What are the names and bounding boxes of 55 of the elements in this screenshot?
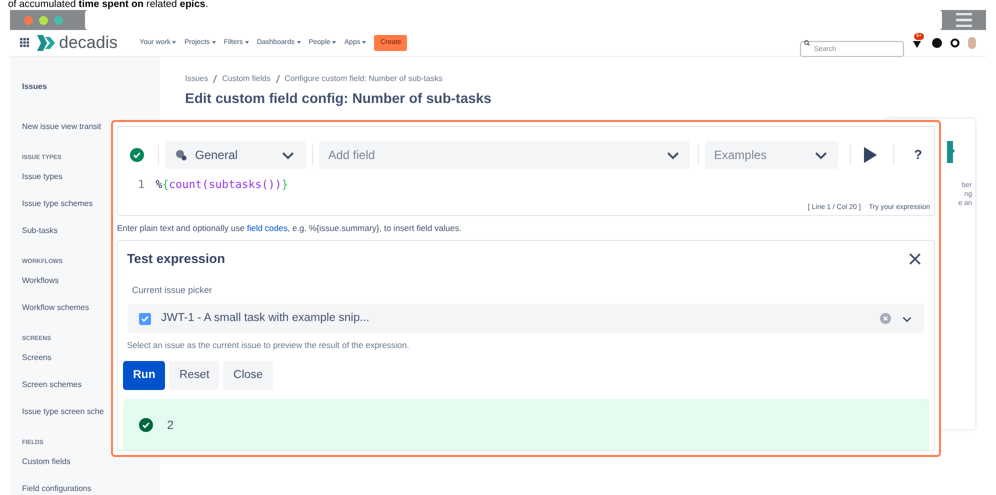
breadcrumb-separator [213,74,218,82]
examples-select[interactable]: Examples [704,141,838,169]
caret-icon [362,41,366,44]
field-codes-link[interactable]: field codes [246,223,288,233]
code-line: %{count(subtasks())} [156,177,288,193]
settings-icon[interactable] [950,38,960,48]
caret-icon [172,41,176,44]
sidebar-item[interactable]: Custom fields [22,456,70,468]
sidebar-item[interactable]: Issue type screen sche [22,406,104,418]
dialog-button[interactable]: Reset [169,361,220,390]
notification-icon[interactable] [912,38,922,49]
logo-text: decadis [59,32,118,54]
app-grid-icon[interactable] [20,38,29,48]
sidebar-title: Issues [22,80,47,92]
breadcrumb-link[interactable]: Custom fields [222,72,271,84]
help-icon[interactable] [932,38,942,48]
dialog-button[interactable]: Close [223,361,273,390]
hint-text: Enter plain text and optionally use field codes, e.g. %{issue.summary}, to insert field values. [117,222,462,235]
line-number: 1 [138,177,145,193]
breadcrumb-separator [276,74,280,82]
help-button[interactable]: ? [914,145,922,165]
dialog-button[interactable]: Run [123,361,166,390]
selected-issue: JWT-1 - A small task with example snip... [161,311,370,326]
breadcrumb-link[interactable]: Issues [185,72,208,84]
sidebar-item[interactable]: Issue types [22,170,62,182]
check-circle-icon [139,418,153,432]
sidebar-item[interactable]: Screens [22,352,52,364]
sidebar-item[interactable]: Workflows [22,274,59,286]
category-select[interactable]: General [165,141,306,169]
close-icon[interactable] [909,252,921,265]
search-icon [804,40,810,46]
logo-icon [37,34,55,51]
sidebar-item[interactable]: Workflow schemes [22,302,89,314]
menu-icon[interactable] [956,13,972,27]
sidebar-item[interactable]: Field configurations [22,482,92,494]
caption-text: of accumulated time spent on related epics. [7,0,210,10]
sidebar-item[interactable]: Screen schemes [22,378,82,390]
caret-icon [296,41,301,44]
issue-picker[interactable]: JWT-1 - A small task with example snip... [128,304,924,334]
caret-icon [244,41,249,44]
sidebar-item[interactable]: Issue type schemes [22,198,93,210]
add-field-select[interactable]: Add field [319,141,690,169]
helper-text: Select an issue as the current issue to preview the result of the expression. [126,339,410,352]
caret-icon [332,41,336,44]
checkmark-icon [141,314,149,323]
field-label: Current issue picker [131,284,214,297]
checkbox[interactable] [139,312,151,325]
play-icon[interactable] [863,147,878,163]
page-title: Edit custom field config: Number of sub-tasks [185,88,492,108]
sidebar-item[interactable]: New issue view transit [22,120,102,132]
result-value: 2 [167,416,174,434]
panel-title: Test expression [127,250,226,268]
breadcrumb-link[interactable]: Configure custom field: Number of sub-tasks [284,72,442,84]
caret-icon [212,41,216,44]
sidebar-item[interactable]: Sub-tasks [22,224,58,236]
